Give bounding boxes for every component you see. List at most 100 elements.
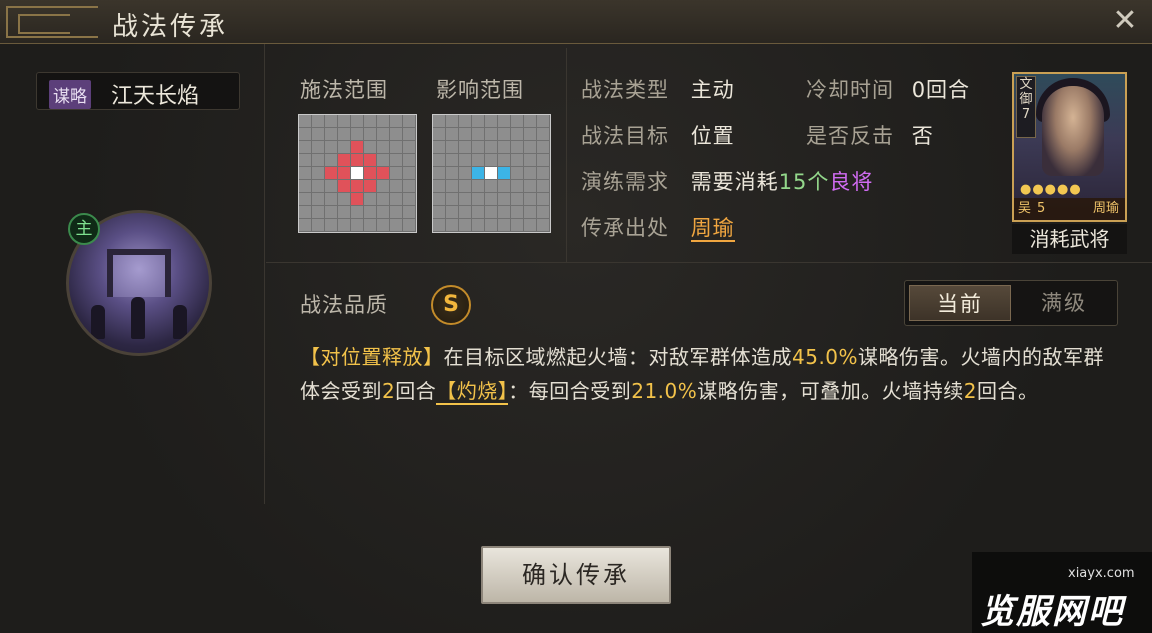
grid-cell — [524, 180, 537, 193]
grid-cell — [338, 115, 351, 128]
general-info-bar: 吴5 周瑜 — [1014, 198, 1125, 220]
grid-cell — [299, 141, 312, 154]
gate-image — [107, 249, 171, 297]
current-level-tab[interactable]: 当前 — [909, 285, 1011, 321]
grid-cell — [364, 206, 377, 219]
burn-status-link[interactable]: 【灼烧】 — [436, 379, 509, 405]
grid-cell — [390, 180, 403, 193]
grid-cell — [433, 167, 446, 180]
grid-cell — [364, 167, 377, 180]
grid-cell — [433, 180, 446, 193]
general-card[interactable]: 文 御 7 ●●●●● 吴5 周瑜 — [1012, 72, 1127, 222]
grid-cell — [511, 167, 524, 180]
grid-cell — [433, 141, 446, 154]
grid-cell — [364, 193, 377, 206]
grid-cell — [446, 193, 459, 206]
grid-cell — [403, 206, 416, 219]
grid-cell — [537, 167, 550, 180]
grid-cell — [299, 219, 312, 232]
origin-link[interactable]: 周瑜 — [690, 216, 735, 242]
grid-cell — [364, 141, 377, 154]
grid-cell — [390, 154, 403, 167]
grid-cell — [433, 193, 446, 206]
title-bar: 战法传承 ✕ — [0, 0, 1152, 44]
grid-cell — [351, 154, 364, 167]
grid-cell — [377, 128, 390, 141]
grid-cell — [459, 193, 472, 206]
info-target-row: 战法目标 位置 — [581, 120, 735, 150]
require-count: 15个 — [778, 170, 830, 194]
main-skill-badge: 主 — [68, 213, 100, 245]
quality-label: 战法品质 — [300, 293, 388, 317]
watermark-url: xiayx.com — [1068, 566, 1135, 581]
grid-cell — [498, 206, 511, 219]
grid-cell — [485, 206, 498, 219]
grid-cell — [498, 219, 511, 232]
type-value: 主动 — [690, 78, 735, 102]
level-toggle: 当前 满级 — [904, 280, 1118, 326]
grid-cell — [403, 193, 416, 206]
grid-cell — [299, 154, 312, 167]
grid-cell — [312, 219, 325, 232]
skill-type-tag: 谋略 — [49, 80, 91, 109]
grid-cell — [299, 128, 312, 141]
grid-cell — [537, 219, 550, 232]
grid-cell — [312, 193, 325, 206]
grid-cell — [325, 219, 338, 232]
grid-cell — [351, 128, 364, 141]
grid-cell — [364, 115, 377, 128]
grid-cell — [459, 206, 472, 219]
close-button[interactable]: ✕ — [1110, 6, 1140, 36]
desc-text: ：每回合受到 — [508, 379, 632, 403]
grid-cell — [446, 115, 459, 128]
info-require-row: 演练需求 需要消耗15个良将 — [581, 166, 873, 196]
cost-text: 5 — [1037, 201, 1046, 216]
target-label: 战法目标 — [581, 124, 669, 148]
skill-name-box: 谋略 江天长焰 — [36, 72, 240, 110]
grid-cell — [498, 128, 511, 141]
grid-cell — [338, 154, 351, 167]
grid-cell — [338, 219, 351, 232]
grid-cell — [524, 154, 537, 167]
grid-cell — [325, 115, 338, 128]
grid-cell — [312, 180, 325, 193]
desc-value: 45.0% — [792, 345, 859, 369]
grid-cell — [299, 115, 312, 128]
grid-cell — [433, 206, 446, 219]
require-label: 演练需求 — [581, 170, 669, 194]
grid-cell — [511, 154, 524, 167]
grid-cell — [325, 167, 338, 180]
grid-cell — [299, 167, 312, 180]
grid-cell — [377, 167, 390, 180]
grid-cell — [446, 219, 459, 232]
grid-cell — [325, 206, 338, 219]
grid-cell — [364, 128, 377, 141]
grid-cell — [312, 141, 325, 154]
max-level-tab[interactable]: 满级 — [1013, 285, 1115, 321]
desc-value: 21.0% — [631, 379, 698, 403]
divider — [266, 262, 1152, 263]
grid-cell — [524, 219, 537, 232]
grid-cell — [403, 180, 416, 193]
confirm-inherit-button[interactable]: 确认传承 — [481, 546, 671, 604]
grid-cell — [459, 141, 472, 154]
grid-cell — [472, 115, 485, 128]
grid-cell — [390, 219, 403, 232]
grid-cell — [403, 128, 416, 141]
grid-cell — [524, 128, 537, 141]
grid-cell — [351, 115, 364, 128]
grid-cell — [351, 193, 364, 206]
grid-cell — [485, 193, 498, 206]
desc-tag: 【对位置释放】 — [300, 345, 444, 369]
grid-cell — [472, 193, 485, 206]
grid-cell — [312, 206, 325, 219]
grid-cell — [403, 219, 416, 232]
grid-cell — [338, 167, 351, 180]
require-item[interactable]: 良将 — [829, 170, 873, 194]
grid-cell — [459, 167, 472, 180]
grid-cell — [511, 128, 524, 141]
grid-cell — [511, 193, 524, 206]
grid-cell — [498, 193, 511, 206]
grid-cell — [511, 206, 524, 219]
grid-cell — [351, 219, 364, 232]
